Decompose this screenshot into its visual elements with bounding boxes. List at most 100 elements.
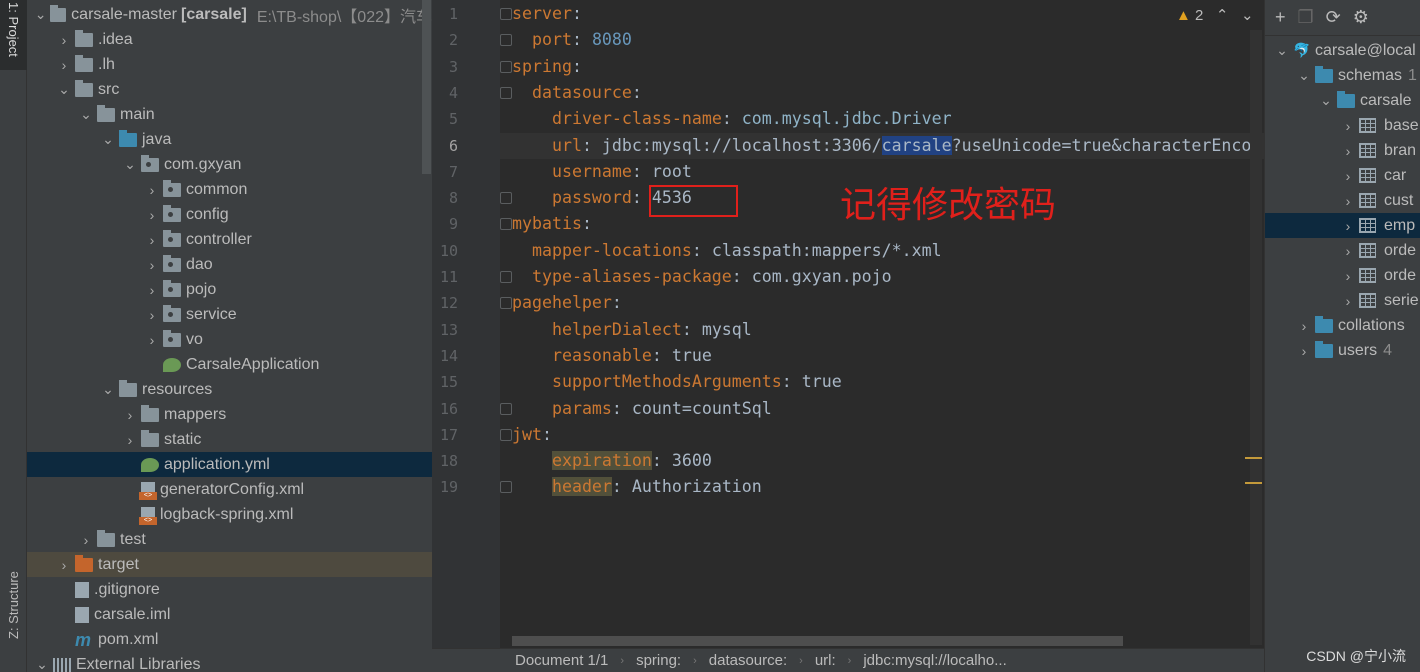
tree-item[interactable]: › static xyxy=(27,427,432,452)
fold-marker-icon[interactable] xyxy=(500,218,512,231)
tree-item[interactable]: › vo xyxy=(27,327,432,352)
copy-icon[interactable]: ❐ xyxy=(1298,7,1314,28)
db-tree-item[interactable]: › emp xyxy=(1265,213,1420,238)
fold-marker-icon[interactable] xyxy=(500,402,512,415)
chevron-down-icon[interactable]: ⌄ xyxy=(1271,42,1293,59)
fold-marker-icon[interactable] xyxy=(500,8,512,20)
breadcrumb-item[interactable]: jdbc:mysql://localho... xyxy=(863,652,1006,669)
tree-item[interactable]: › mappers xyxy=(27,402,432,427)
chevron-down-icon[interactable]: ⌄ xyxy=(53,81,75,98)
chevron-down-icon[interactable]: ⌄ xyxy=(1293,67,1315,84)
editor-scrollbar[interactable] xyxy=(1250,30,1262,645)
warnings-indicator[interactable]: ▲ 2 ⌃ ⌄ xyxy=(1176,6,1254,24)
chevron-right-icon[interactable]: › xyxy=(1337,143,1359,159)
fold-marker-icon[interactable] xyxy=(500,86,512,99)
fold-marker-icon[interactable] xyxy=(500,297,512,310)
db-tree-item[interactable]: › cust xyxy=(1265,188,1420,213)
tree-item[interactable]: CarsaleApplication xyxy=(27,352,432,377)
tree-item[interactable]: ⌄ carsale-master [carsale] E:\TB-shop\【022】… xyxy=(27,2,432,27)
tree-item[interactable]: › test xyxy=(27,527,432,552)
tree-item[interactable]: m pom.xml xyxy=(27,627,432,652)
chevron-right-icon[interactable]: › xyxy=(1293,343,1315,359)
horizontal-scrollbar[interactable] xyxy=(512,636,1123,646)
tree-item[interactable]: ⌄ External Libraries xyxy=(27,652,432,672)
db-tree-item[interactable]: ⌄ 🐬 carsale@local xyxy=(1265,38,1420,63)
chevron-down-icon[interactable]: ⌄ xyxy=(31,656,53,672)
chevron-down-icon[interactable]: ⌄ xyxy=(31,6,50,23)
tree-item[interactable]: › controller xyxy=(27,227,432,252)
chevron-right-icon[interactable]: › xyxy=(119,407,141,423)
fold-marker-icon[interactable] xyxy=(500,192,512,205)
tree-item[interactable]: ⌄ com.gxyan xyxy=(27,152,432,177)
tree-item[interactable]: › target xyxy=(27,552,432,577)
next-highlight-icon[interactable]: ⌄ xyxy=(1241,7,1254,24)
tree-item[interactable]: › .lh xyxy=(27,52,432,77)
chevron-right-icon[interactable]: › xyxy=(53,32,75,48)
tree-item[interactable]: generatorConfig.xml xyxy=(27,477,432,502)
chevron-right-icon[interactable]: › xyxy=(141,282,163,298)
fold-marker-icon[interactable] xyxy=(500,60,512,73)
breadcrumb-item[interactable]: datasource: xyxy=(709,652,787,669)
chevron-right-icon[interactable]: › xyxy=(141,207,163,223)
tree-item[interactable]: application.yml xyxy=(27,452,432,477)
chevron-right-icon[interactable]: › xyxy=(141,332,163,348)
chevron-right-icon[interactable]: › xyxy=(1337,293,1359,309)
fold-marker-icon[interactable] xyxy=(500,34,512,47)
fold-marker-icon[interactable] xyxy=(500,271,512,283)
tree-item[interactable]: ⌄ java xyxy=(27,127,432,152)
add-icon[interactable]: + xyxy=(1275,7,1286,28)
tree-item[interactable]: › common xyxy=(27,177,432,202)
chevron-right-icon[interactable]: › xyxy=(141,257,163,273)
tree-item[interactable]: ⌄ main xyxy=(27,102,432,127)
chevron-right-icon[interactable]: › xyxy=(1337,168,1359,184)
error-stripe-mark[interactable] xyxy=(1245,457,1262,459)
breadcrumb-item[interactable]: spring: xyxy=(636,652,681,669)
chevron-right-icon[interactable]: › xyxy=(1337,118,1359,134)
db-tree-item[interactable]: › serie xyxy=(1265,288,1420,313)
project-scrollbar[interactable] xyxy=(422,0,431,174)
chevron-right-icon[interactable]: › xyxy=(119,432,141,448)
error-stripe-mark[interactable] xyxy=(1245,482,1262,484)
chevron-down-icon[interactable]: ⌄ xyxy=(75,106,97,123)
chevron-right-icon[interactable]: › xyxy=(1337,268,1359,284)
schema-tools-icon[interactable]: ⚙ xyxy=(1353,7,1369,28)
code-editor[interactable]: 1 2 3 4 5 6 7 8 9 10 11 12 13 14 15 16 17 18 19 server: po… xyxy=(432,0,1264,648)
prev-highlight-icon[interactable]: ⌃ xyxy=(1216,7,1229,24)
chevron-right-icon[interactable]: › xyxy=(53,57,75,73)
tree-item[interactable]: ⌄ src xyxy=(27,77,432,102)
breadcrumb-item[interactable]: Document 1/1 xyxy=(515,652,608,669)
db-tree-item[interactable]: › car xyxy=(1265,163,1420,188)
refresh-icon[interactable]: ⟳ xyxy=(1326,7,1341,28)
chevron-right-icon[interactable]: › xyxy=(1293,318,1315,334)
breadcrumb-item[interactable]: url: xyxy=(815,652,836,669)
chevron-right-icon[interactable]: › xyxy=(53,557,75,573)
tree-item[interactable]: › config xyxy=(27,202,432,227)
tree-item[interactable]: › pojo xyxy=(27,277,432,302)
db-tree-item[interactable]: ⌄ schemas 1 xyxy=(1265,63,1420,88)
chevron-down-icon[interactable]: ⌄ xyxy=(1315,92,1337,109)
db-tree-item[interactable]: › bran xyxy=(1265,138,1420,163)
tree-item[interactable]: logback-spring.xml xyxy=(27,502,432,527)
db-tree-item[interactable]: › orde xyxy=(1265,238,1420,263)
tree-item[interactable]: › .idea xyxy=(27,27,432,52)
chevron-right-icon[interactable]: › xyxy=(75,532,97,548)
chevron-right-icon[interactable]: › xyxy=(1337,193,1359,209)
db-tree-item[interactable]: › base xyxy=(1265,113,1420,138)
chevron-down-icon[interactable]: ⌄ xyxy=(97,381,119,398)
structure-tool-tab[interactable]: Z: Structure xyxy=(0,560,27,650)
tree-item[interactable]: › dao xyxy=(27,252,432,277)
chevron-right-icon[interactable]: › xyxy=(141,232,163,248)
fold-marker-icon[interactable] xyxy=(500,481,512,494)
chevron-right-icon[interactable]: › xyxy=(1337,243,1359,259)
tree-item[interactable]: ⌄ resources xyxy=(27,377,432,402)
chevron-right-icon[interactable]: › xyxy=(141,307,163,323)
tree-item[interactable]: carsale.iml xyxy=(27,602,432,627)
tree-item[interactable]: › service xyxy=(27,302,432,327)
db-tree-item[interactable]: › collations xyxy=(1265,313,1420,338)
db-tree-item[interactable]: › orde xyxy=(1265,263,1420,288)
db-tree-item[interactable]: ⌄ carsale xyxy=(1265,88,1420,113)
chevron-right-icon[interactable]: › xyxy=(141,182,163,198)
chevron-down-icon[interactable]: ⌄ xyxy=(119,156,141,173)
chevron-down-icon[interactable]: ⌄ xyxy=(97,131,119,148)
fold-marker-icon[interactable] xyxy=(500,428,512,441)
